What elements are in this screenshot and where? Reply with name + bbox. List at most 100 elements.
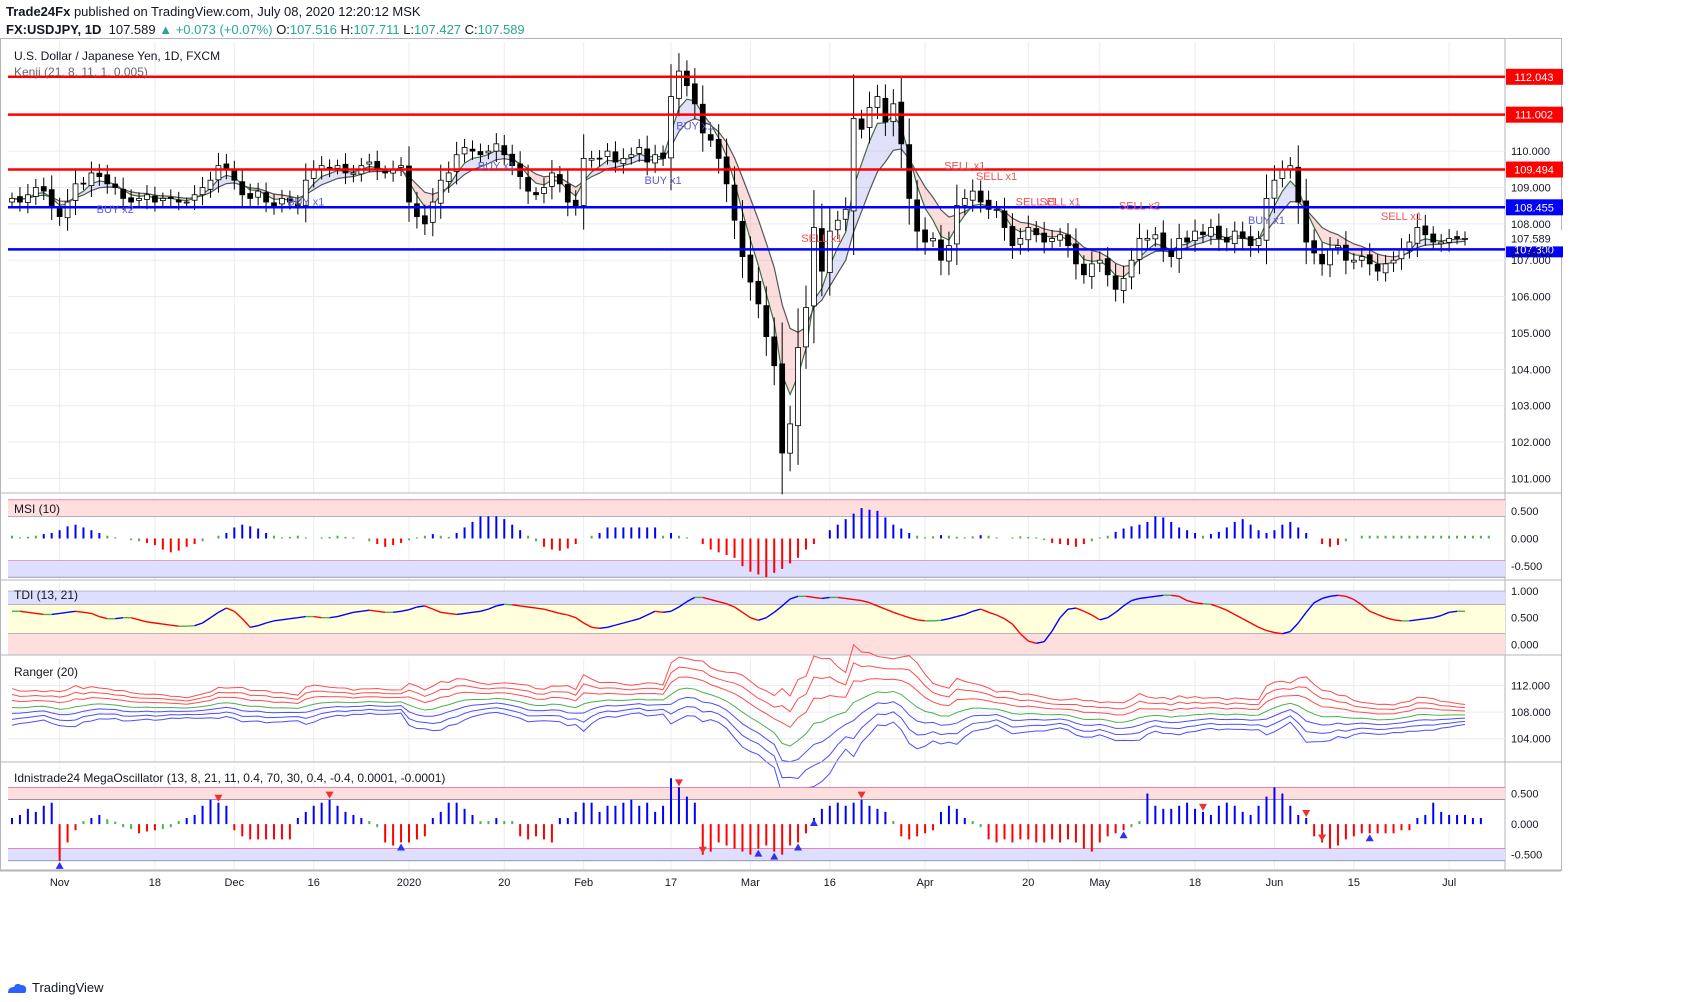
candle-body [842, 208, 849, 220]
candle-body [1454, 236, 1460, 239]
tradingview-logo[interactable]: TradingView [6, 980, 104, 995]
candle-body [1200, 231, 1206, 236]
candle-body [398, 165, 404, 168]
candle-body [1017, 238, 1024, 245]
candle-body [771, 336, 778, 367]
candle-body [1009, 226, 1016, 247]
candle-body [128, 197, 134, 203]
candle-body [167, 197, 174, 199]
ohlc-header: FX:USDJPY, 1D 107.589 ▲ +0.073 (+0.07%) … [6, 22, 525, 37]
candle-body [1120, 278, 1127, 291]
candle-body [1366, 254, 1373, 265]
candle-body [763, 305, 770, 338]
candle-body [1422, 225, 1429, 236]
candle-body [1025, 227, 1032, 241]
candle-body [628, 154, 635, 158]
pane-title: Idnistrade24 MegaOscillator (13, 8, 21, … [14, 771, 445, 785]
sell-marker: SELL x1 [801, 233, 842, 245]
high-label: H: [340, 22, 354, 37]
buy-triangle [809, 819, 818, 826]
x-tick-label: 18 [149, 877, 161, 889]
zone-band [8, 499, 1505, 517]
candle-body [183, 201, 190, 204]
candle-body [175, 199, 182, 203]
candle-body [1001, 210, 1008, 228]
candle-body [72, 183, 79, 201]
publisher-name[interactable]: Trade24Fx [6, 4, 70, 19]
candle-body [64, 201, 71, 219]
zone-band [8, 787, 1505, 800]
tdi-tick-label: 0.000 [1511, 639, 1539, 651]
candle-body [1033, 228, 1040, 236]
sell-marker: SELL x2 [1119, 200, 1160, 212]
candle-body [1255, 238, 1262, 246]
tdi-title: TDI (13, 21) [14, 588, 78, 602]
buy-triangle [397, 843, 406, 851]
candle-body [946, 245, 952, 262]
x-tick-label: Dec [225, 877, 245, 889]
candle-body [199, 187, 206, 196]
candle-body [596, 157, 603, 160]
candle-body [215, 165, 222, 181]
buy-marker: BUY x1 [287, 197, 324, 209]
sell-triangle [1318, 834, 1327, 842]
candle-body [120, 188, 127, 199]
candle-body [493, 143, 500, 152]
sell-marker: SELL x1 [976, 171, 1017, 183]
candle-body [588, 157, 595, 161]
candle-body [1295, 166, 1302, 203]
candle-body [834, 219, 841, 231]
candle-body [739, 220, 746, 257]
candle-body [1438, 241, 1445, 245]
candle-body [755, 280, 762, 305]
tdi-line-segment [186, 624, 195, 627]
candle-body [620, 157, 627, 164]
price-tick-label: 110.000 [1511, 146, 1550, 158]
candle-body [866, 107, 873, 128]
candle-body [1192, 230, 1198, 241]
candle-body [636, 147, 643, 154]
candle-body [676, 70, 682, 99]
candle-body [1096, 259, 1103, 264]
x-tick-label: Mar [741, 877, 760, 889]
tradingview-cloud-icon [8, 983, 27, 993]
x-tick-label: 20 [1022, 877, 1034, 889]
candle-body [930, 238, 936, 242]
countdown-label: 11:39:51 [1511, 247, 1553, 259]
candle-body [914, 199, 921, 232]
candle-body [279, 197, 285, 205]
ranger-tick-label: 112.000 [1511, 681, 1550, 693]
tdi-line-segment [932, 619, 942, 622]
candle-body [40, 186, 47, 192]
candle-body [152, 195, 158, 203]
osc-tick-label: -0.500 [1511, 850, 1542, 862]
osc-tick-label: 0.000 [1511, 819, 1539, 831]
candle-body [1343, 244, 1349, 261]
zone-band [8, 560, 1505, 578]
tdi-line-segment [1202, 603, 1211, 606]
sell-triangle [1302, 810, 1311, 817]
candle-body [1208, 227, 1214, 237]
price-tick-label: 105.000 [1511, 328, 1551, 340]
candle-body [112, 183, 119, 188]
candle-body [858, 118, 865, 130]
candle-body [644, 148, 651, 163]
candle-body [231, 169, 238, 181]
candle-body [898, 101, 905, 145]
candle-body [684, 70, 690, 87]
price-tick-label: 101.000 [1511, 473, 1551, 485]
price-tick-label: 108.000 [1511, 219, 1551, 231]
x-tick-label: Jun [1266, 877, 1284, 889]
candle-body [1398, 248, 1405, 260]
x-tick-label: May [1089, 877, 1110, 889]
candle-body [429, 201, 436, 223]
price-tick-label: 106.000 [1511, 292, 1551, 304]
candle-body [445, 172, 452, 182]
candle-body [374, 161, 381, 170]
candle-body [779, 363, 786, 454]
candle-body [715, 138, 722, 159]
candle-body [747, 254, 754, 283]
candle-body [88, 172, 95, 186]
candle-body [1335, 245, 1341, 249]
candle-body [1088, 263, 1095, 277]
